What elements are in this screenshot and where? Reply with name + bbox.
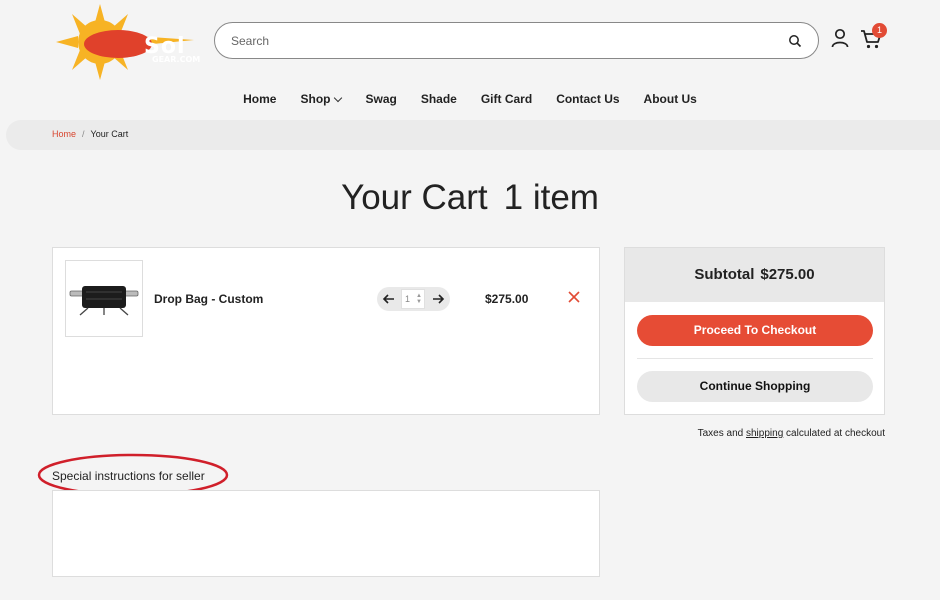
decrease-quantity-button[interactable] — [381, 291, 397, 307]
breadcrumb: Home / Your Cart — [52, 129, 128, 139]
continue-shopping-button[interactable]: Continue Shopping — [637, 371, 873, 402]
arrow-left-icon — [382, 294, 394, 304]
breadcrumb-separator: / — [82, 129, 85, 139]
subtotal: Subtotal $275.00 — [625, 248, 884, 302]
quantity-stepper: 1 ▲ ▼ — [377, 287, 450, 311]
logo-subtext: GEAR.COM — [152, 55, 201, 64]
cart-count-badge: 1 — [872, 23, 887, 38]
logo[interactable]: Sol GEAR.COM — [56, 4, 200, 80]
cart-item-name[interactable]: Drop Bag - Custom — [154, 292, 263, 306]
proceed-to-checkout-button[interactable]: Proceed To Checkout — [637, 315, 873, 346]
page-title-text: Your Cart — [341, 178, 488, 217]
quantity-input[interactable]: 1 ▲ ▼ — [401, 289, 425, 309]
shipping-link[interactable]: shipping — [746, 428, 783, 439]
special-instructions-textarea[interactable] — [52, 490, 600, 577]
special-instructions-label: Special instructions for seller — [52, 469, 205, 483]
remove-item-icon[interactable] — [568, 291, 580, 303]
increase-quantity-button[interactable] — [430, 291, 446, 307]
account-icon[interactable] — [831, 28, 849, 48]
drop-bag-image — [69, 286, 139, 316]
nav-item-shop[interactable]: Shop — [288, 92, 353, 106]
nav-item-home[interactable]: Home — [231, 92, 288, 106]
search-bar[interactable] — [214, 22, 819, 59]
spinner-icon: ▲ ▼ — [416, 293, 422, 305]
cart-items-panel: Drop Bag - Custom 1 ▲ ▼ $275.00 — [52, 247, 600, 415]
page-title: Your Cart 1 item — [0, 178, 940, 218]
nav-item-shade[interactable]: Shade — [409, 92, 469, 106]
nav-item-about-us[interactable]: About Us — [632, 92, 709, 106]
order-summary: Subtotal $275.00 Proceed To Checkout Cont… — [624, 247, 885, 415]
arrow-right-icon — [433, 294, 445, 304]
main-nav: Home Shop Swag Shade Gift Card Contact U… — [0, 92, 940, 106]
breadcrumb-bar: Home / Your Cart — [6, 120, 940, 150]
product-thumbnail[interactable] — [65, 260, 143, 337]
search-input[interactable] — [231, 32, 771, 50]
cart-item-price: $275.00 — [485, 292, 529, 306]
nav-item-contact-us[interactable]: Contact Us — [544, 92, 631, 106]
subtotal-value: $275.00 — [760, 266, 815, 283]
nav-item-gift-card[interactable]: Gift Card — [469, 92, 544, 106]
nav-item-swag[interactable]: Swag — [353, 92, 408, 106]
chevron-down-icon — [334, 93, 343, 102]
taxes-note: Taxes and shipping calculated at checkou… — [697, 428, 885, 439]
subtotal-label: Subtotal — [694, 266, 755, 283]
cart-item-count: 1 item — [503, 178, 599, 217]
divider — [637, 358, 873, 359]
breadcrumb-home-link[interactable]: Home — [52, 129, 76, 139]
search-icon[interactable] — [788, 34, 802, 48]
breadcrumb-current: Your Cart — [90, 129, 129, 139]
